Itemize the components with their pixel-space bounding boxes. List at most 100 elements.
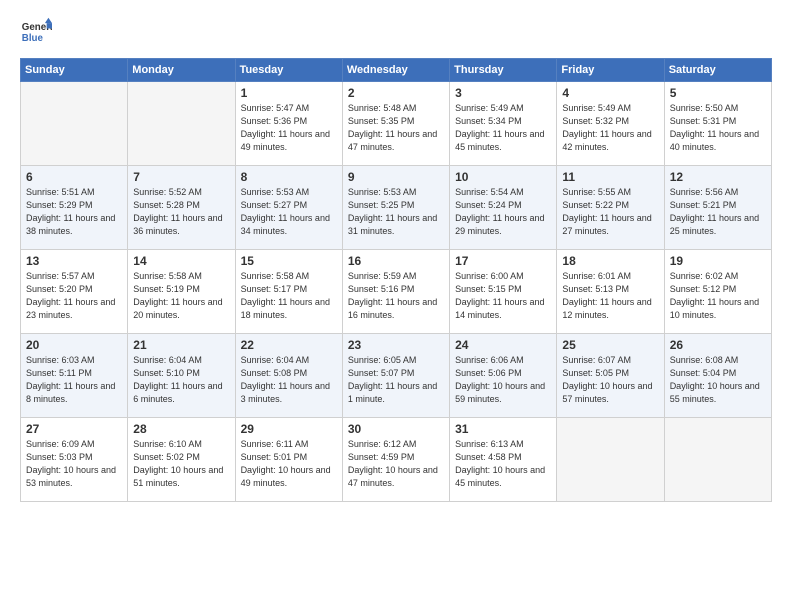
day-number: 12 (670, 170, 766, 184)
calendar-cell: 2Sunrise: 5:48 AM Sunset: 5:35 PM Daylig… (342, 82, 449, 166)
day-number: 25 (562, 338, 658, 352)
calendar-cell: 15 Sunrise: 5:58 AM Sunset: 5:17 PM Dayli… (235, 250, 342, 334)
calendar-cell: 26 Sunrise: 6:08 AM Sunset: 5:04 PM Dayli… (664, 334, 771, 418)
sun-info: Sunrise: 6:08 AM Sunset: 5:04 PM Dayligh… (670, 354, 766, 406)
day-number: 13 (26, 254, 122, 268)
day-number: 19 (670, 254, 766, 268)
sun-info: Sunrise: 5:50 AM Sunset: 5:31 PM Dayligh… (670, 102, 766, 154)
sun-info: Sunrise: 5:49 AM Sunset: 5:34 PM Dayligh… (455, 102, 551, 154)
weekday-header-sunday: Sunday (21, 59, 128, 82)
day-number: 22 (241, 338, 337, 352)
day-number: 18 (562, 254, 658, 268)
sun-info: Sunrise: 5:54 AM Sunset: 5:24 PM Dayligh… (455, 186, 551, 238)
day-number: 27 (26, 422, 122, 436)
sun-info: Sunrise: 6:04 AM Sunset: 5:08 PM Dayligh… (241, 354, 337, 406)
calendar-cell: 22 Sunrise: 6:04 AM Sunset: 5:08 PM Dayli… (235, 334, 342, 418)
sun-info: Sunrise: 6:03 AM Sunset: 5:11 PM Dayligh… (26, 354, 122, 406)
weekday-header-row: SundayMondayTuesdayWednesdayThursdayFrid… (21, 59, 772, 82)
sun-info: Sunrise: 6:01 AM Sunset: 5:13 PM Dayligh… (562, 270, 658, 322)
calendar-cell: 4Sunrise: 5:49 AM Sunset: 5:32 PM Daylig… (557, 82, 664, 166)
day-number: 10 (455, 170, 551, 184)
calendar-cell (557, 418, 664, 502)
day-number: 14 (133, 254, 229, 268)
sun-info: Sunrise: 5:48 AM Sunset: 5:35 PM Dayligh… (348, 102, 444, 154)
logo-icon: General Blue (20, 16, 52, 48)
logo: General Blue (20, 16, 52, 48)
calendar-cell: 7Sunrise: 5:52 AM Sunset: 5:28 PM Daylig… (128, 166, 235, 250)
sun-info: Sunrise: 6:07 AM Sunset: 5:05 PM Dayligh… (562, 354, 658, 406)
calendar-cell: 25 Sunrise: 6:07 AM Sunset: 5:05 PM Dayli… (557, 334, 664, 418)
day-number: 7 (133, 170, 229, 184)
day-number: 26 (670, 338, 766, 352)
calendar-cell (664, 418, 771, 502)
calendar-cell: 21Sunrise: 6:04 AM Sunset: 5:10 PM Dayli… (128, 334, 235, 418)
calendar-cell: 18 Sunrise: 6:01 AM Sunset: 5:13 PM Dayli… (557, 250, 664, 334)
svg-text:Blue: Blue (22, 33, 44, 44)
calendar-cell (21, 82, 128, 166)
calendar-cell: 11Sunrise: 5:55 AM Sunset: 5:22 PM Dayli… (557, 166, 664, 250)
sun-info: Sunrise: 5:51 AM Sunset: 5:29 PM Dayligh… (26, 186, 122, 238)
sun-info: Sunrise: 5:58 AM Sunset: 5:17 PM Dayligh… (241, 270, 337, 322)
calendar-cell: 1 Sunrise: 5:47 AM Sunset: 5:36 PM Daylig… (235, 82, 342, 166)
sun-info: Sunrise: 5:47 AM Sunset: 5:36 PM Dayligh… (241, 102, 337, 154)
sun-info: Sunrise: 5:59 AM Sunset: 5:16 PM Dayligh… (348, 270, 444, 322)
calendar-cell: 30 Sunrise: 6:12 AM Sunset: 4:59 PM Dayli… (342, 418, 449, 502)
weekday-header-monday: Monday (128, 59, 235, 82)
weekday-header-friday: Friday (557, 59, 664, 82)
calendar-week-row: 27 Sunrise: 6:09 AM Sunset: 5:03 PM Dayli… (21, 418, 772, 502)
calendar-cell: 16Sunrise: 5:59 AM Sunset: 5:16 PM Dayli… (342, 250, 449, 334)
day-number: 28 (133, 422, 229, 436)
calendar-page: General Blue SundayMondayTuesdayWednesda… (0, 0, 792, 612)
page-header: General Blue (20, 16, 772, 48)
calendar-cell: 31 Sunrise: 6:13 AM Sunset: 4:58 PM Dayli… (450, 418, 557, 502)
day-number: 20 (26, 338, 122, 352)
calendar-cell: 23 Sunrise: 6:05 AM Sunset: 5:07 PM Dayli… (342, 334, 449, 418)
calendar-cell: 6 Sunrise: 5:51 AM Sunset: 5:29 PM Daylig… (21, 166, 128, 250)
calendar-cell: 13 Sunrise: 5:57 AM Sunset: 5:20 PM Dayli… (21, 250, 128, 334)
calendar-cell: 28 Sunrise: 6:10 AM Sunset: 5:02 PM Dayli… (128, 418, 235, 502)
day-number: 30 (348, 422, 444, 436)
sun-info: Sunrise: 6:09 AM Sunset: 5:03 PM Dayligh… (26, 438, 122, 490)
sun-info: Sunrise: 6:12 AM Sunset: 4:59 PM Dayligh… (348, 438, 444, 490)
calendar-cell: 19 Sunrise: 6:02 AM Sunset: 5:12 PM Dayli… (664, 250, 771, 334)
weekday-header-tuesday: Tuesday (235, 59, 342, 82)
day-number: 15 (241, 254, 337, 268)
day-number: 9 (348, 170, 444, 184)
sun-info: Sunrise: 6:13 AM Sunset: 4:58 PM Dayligh… (455, 438, 551, 490)
weekday-header-saturday: Saturday (664, 59, 771, 82)
calendar-cell (128, 82, 235, 166)
calendar-cell: 8 Sunrise: 5:53 AM Sunset: 5:27 PM Daylig… (235, 166, 342, 250)
day-number: 4 (562, 86, 658, 100)
calendar-week-row: 6 Sunrise: 5:51 AM Sunset: 5:29 PM Daylig… (21, 166, 772, 250)
day-number: 5 (670, 86, 766, 100)
calendar-cell: 12 Sunrise: 5:56 AM Sunset: 5:21 PM Dayli… (664, 166, 771, 250)
day-number: 17 (455, 254, 551, 268)
day-number: 1 (241, 86, 337, 100)
sun-info: Sunrise: 6:02 AM Sunset: 5:12 PM Dayligh… (670, 270, 766, 322)
calendar-cell: 17Sunrise: 6:00 AM Sunset: 5:15 PM Dayli… (450, 250, 557, 334)
day-number: 23 (348, 338, 444, 352)
sun-info: Sunrise: 5:53 AM Sunset: 5:27 PM Dayligh… (241, 186, 337, 238)
calendar-cell: 24 Sunrise: 6:06 AM Sunset: 5:06 PM Dayli… (450, 334, 557, 418)
day-number: 21 (133, 338, 229, 352)
day-number: 31 (455, 422, 551, 436)
day-number: 24 (455, 338, 551, 352)
day-number: 11 (562, 170, 658, 184)
weekday-header-wednesday: Wednesday (342, 59, 449, 82)
day-number: 29 (241, 422, 337, 436)
day-number: 6 (26, 170, 122, 184)
weekday-header-thursday: Thursday (450, 59, 557, 82)
sun-info: Sunrise: 6:05 AM Sunset: 5:07 PM Dayligh… (348, 354, 444, 406)
calendar-cell: 5 Sunrise: 5:50 AM Sunset: 5:31 PM Daylig… (664, 82, 771, 166)
calendar-cell: 27 Sunrise: 6:09 AM Sunset: 5:03 PM Dayli… (21, 418, 128, 502)
sun-info: Sunrise: 6:10 AM Sunset: 5:02 PM Dayligh… (133, 438, 229, 490)
sun-info: Sunrise: 6:06 AM Sunset: 5:06 PM Dayligh… (455, 354, 551, 406)
sun-info: Sunrise: 5:57 AM Sunset: 5:20 PM Dayligh… (26, 270, 122, 322)
sun-info: Sunrise: 5:53 AM Sunset: 5:25 PM Dayligh… (348, 186, 444, 238)
calendar-week-row: 20 Sunrise: 6:03 AM Sunset: 5:11 PM Dayli… (21, 334, 772, 418)
sun-info: Sunrise: 5:56 AM Sunset: 5:21 PM Dayligh… (670, 186, 766, 238)
day-number: 8 (241, 170, 337, 184)
sun-info: Sunrise: 6:11 AM Sunset: 5:01 PM Dayligh… (241, 438, 337, 490)
calendar-cell: 9 Sunrise: 5:53 AM Sunset: 5:25 PM Daylig… (342, 166, 449, 250)
calendar-cell: 10 Sunrise: 5:54 AM Sunset: 5:24 PM Dayli… (450, 166, 557, 250)
